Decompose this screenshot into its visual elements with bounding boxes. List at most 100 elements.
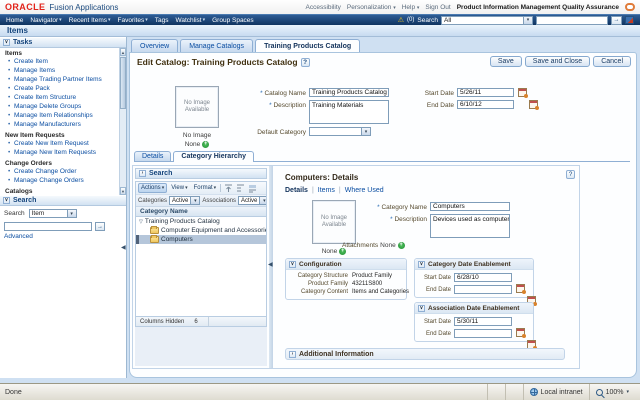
conversation-icon[interactable] xyxy=(625,3,635,11)
default-category-select[interactable]: ▾ xyxy=(309,127,371,136)
sidebar-search-go-button[interactable]: → xyxy=(95,222,105,231)
nav-home[interactable]: Home xyxy=(6,17,23,24)
save-and-close-button[interactable]: Save and Close xyxy=(525,56,590,67)
format-menu-button[interactable]: Format▾ xyxy=(192,184,219,192)
configuration-header[interactable]: ∨ Configuration xyxy=(286,259,406,270)
sidebar-search-scope-select[interactable]: Item ▾ xyxy=(29,209,77,218)
task-link-manage-new-item-requests[interactable]: Manage New Item Requests xyxy=(5,148,118,157)
sidebar-collapse-arrow-icon[interactable]: ◀ xyxy=(121,244,126,251)
task-link-manage-manufacturers[interactable]: Manage Manufacturers xyxy=(5,120,118,129)
start-date-input[interactable]: 5/26/11 xyxy=(457,88,514,97)
category-description-textarea[interactable]: Devices used as computers xyxy=(430,214,510,238)
association-date-enablement-header[interactable]: ∨ Association Date Enablement xyxy=(415,303,533,314)
associations-filter-select[interactable]: Active ▾ xyxy=(238,196,266,205)
categories-filter-select[interactable]: Active ▾ xyxy=(169,196,200,205)
nav-watchlist[interactable]: Watchlist▾ xyxy=(175,17,205,24)
sign-out-link[interactable]: Sign Out xyxy=(425,4,450,11)
calendar-icon[interactable] xyxy=(516,328,525,337)
view-menu-button[interactable]: View▾ xyxy=(169,184,189,192)
accessibility-link[interactable]: Accessibility xyxy=(306,4,341,11)
tasks-scrollbar[interactable]: ▲ ▼ xyxy=(119,48,126,195)
subtab-category-hierarchy[interactable]: Category Hierarchy xyxy=(173,151,254,162)
collapse-icon[interactable]: ∨ xyxy=(3,39,10,46)
tree-row-root[interactable]: ▽ Training Products Catalog xyxy=(136,217,266,226)
tree-search-header[interactable]: › Search xyxy=(135,168,267,179)
search-go-button[interactable]: → xyxy=(611,16,622,25)
expand-icon[interactable]: › xyxy=(139,170,146,177)
sidebar-search-input[interactable] xyxy=(4,222,92,231)
advanced-search-link[interactable]: Advanced xyxy=(4,233,123,240)
collapse-icon[interactable]: ∨ xyxy=(3,197,10,204)
splitter-collapse-icon[interactable]: ◀ xyxy=(268,261,273,268)
add-image-icon[interactable]: + xyxy=(339,248,346,255)
task-link-create-item[interactable]: Create Item xyxy=(5,57,118,66)
show-as-top-icon[interactable] xyxy=(247,184,257,193)
zoom-segment[interactable]: 100% ▾ xyxy=(589,384,635,400)
association-end-date-input[interactable] xyxy=(454,329,512,338)
subtab-details[interactable]: Details xyxy=(134,151,171,161)
tasks-panel-header[interactable]: ∨ Tasks xyxy=(0,37,126,48)
detail-tab-items[interactable]: Items xyxy=(318,187,335,194)
actions-menu-button[interactable]: Actions▾ xyxy=(138,183,167,193)
scrollbar-thumb[interactable] xyxy=(120,57,126,109)
task-link-create-change-order[interactable]: Create Change Order xyxy=(5,167,118,176)
end-date-label: End Date xyxy=(415,331,451,337)
scroll-down-icon[interactable]: ▼ xyxy=(120,187,126,195)
end-date-input[interactable]: 6/10/12 xyxy=(457,100,514,109)
calendar-icon[interactable] xyxy=(529,100,538,109)
catalog-name-input[interactable]: Training Products Catalog xyxy=(309,88,389,97)
category-start-date-input[interactable]: 6/28/10 xyxy=(454,273,512,282)
collapse-icon[interactable]: ∨ xyxy=(418,261,425,268)
catalog-description-textarea[interactable]: Training Materials xyxy=(309,100,389,124)
personalization-menu[interactable]: Personalization ▾ xyxy=(347,4,396,11)
association-start-date-input[interactable]: 5/30/11 xyxy=(454,317,512,326)
collapse-icon[interactable]: ∨ xyxy=(418,305,425,312)
nav-recent-items[interactable]: Recent Items▾ xyxy=(69,17,111,24)
task-link-manage-item-relationships[interactable]: Manage Item Relationships xyxy=(5,111,118,120)
chevron-down-icon[interactable]: ▾ xyxy=(626,389,629,395)
task-link-create-item-structure[interactable]: Create Item Structure xyxy=(5,93,118,102)
nav-favorites[interactable]: Favorites▾ xyxy=(118,17,148,24)
expanded-node-icon[interactable]: ▽ xyxy=(139,219,143,225)
tab-manage-catalogs[interactable]: Manage Catalogs xyxy=(180,39,253,52)
help-menu[interactable]: Help ▾ xyxy=(402,4,420,11)
additional-information-header[interactable]: › Additional Information xyxy=(285,348,565,360)
category-date-enablement-header[interactable]: ∨ Category Date Enablement xyxy=(415,259,533,270)
add-attachment-icon[interactable]: + xyxy=(202,141,209,148)
scroll-up-icon[interactable]: ▲ xyxy=(120,48,126,56)
detail-tab-details[interactable]: Details xyxy=(285,187,308,194)
category-end-date-input[interactable] xyxy=(454,285,512,294)
calendar-icon[interactable] xyxy=(516,284,525,293)
tree-column-header[interactable]: Category Name xyxy=(136,207,266,217)
warning-icon[interactable]: ⚠ xyxy=(398,17,404,24)
nav-navigator[interactable]: Navigator▾ xyxy=(30,17,61,24)
nav-tags[interactable]: Tags xyxy=(155,17,169,24)
global-search-scope-select[interactable]: All ▾ xyxy=(441,16,533,25)
calendar-icon[interactable] xyxy=(518,88,527,97)
help-icon[interactable]: ? xyxy=(566,170,575,179)
task-link-manage-delete-groups[interactable]: Manage Delete Groups xyxy=(5,102,118,111)
global-search-input[interactable] xyxy=(536,16,608,25)
task-link-manage-trading-partner-items[interactable]: Manage Trading Partner Items xyxy=(5,75,118,84)
advanced-search-icon[interactable] xyxy=(625,16,634,24)
search-panel-header[interactable]: ∨ Search xyxy=(0,195,126,206)
add-attachment-icon[interactable]: + xyxy=(398,242,405,249)
task-link-manage-change-orders[interactable]: Manage Change Orders xyxy=(5,176,118,185)
task-link-create-new-item-request[interactable]: Create New Item Request xyxy=(5,139,118,148)
expand-icon[interactable]: › xyxy=(289,351,296,358)
nav-group-spaces[interactable]: Group Spaces xyxy=(212,17,254,24)
tree-row[interactable]: Computer Equipment and Accessories xyxy=(136,226,266,235)
category-name-input[interactable]: Computers xyxy=(430,202,510,211)
collapse-icon[interactable]: ∨ xyxy=(289,261,296,268)
task-link-create-pack[interactable]: Create Pack xyxy=(5,84,118,93)
detail-tab-where-used[interactable]: Where Used xyxy=(345,187,384,194)
cancel-button[interactable]: Cancel xyxy=(593,56,631,67)
tree-row-selected[interactable]: Computers xyxy=(136,235,266,244)
help-icon[interactable]: ? xyxy=(301,58,310,67)
go-up-icon[interactable] xyxy=(223,184,233,193)
go-top-icon[interactable] xyxy=(235,184,245,193)
save-button[interactable]: Save xyxy=(490,56,522,67)
tab-training-products-catalog[interactable]: Training Products Catalog xyxy=(255,39,360,52)
task-link-manage-items[interactable]: Manage Items xyxy=(5,66,118,75)
tab-overview[interactable]: Overview xyxy=(131,39,178,52)
